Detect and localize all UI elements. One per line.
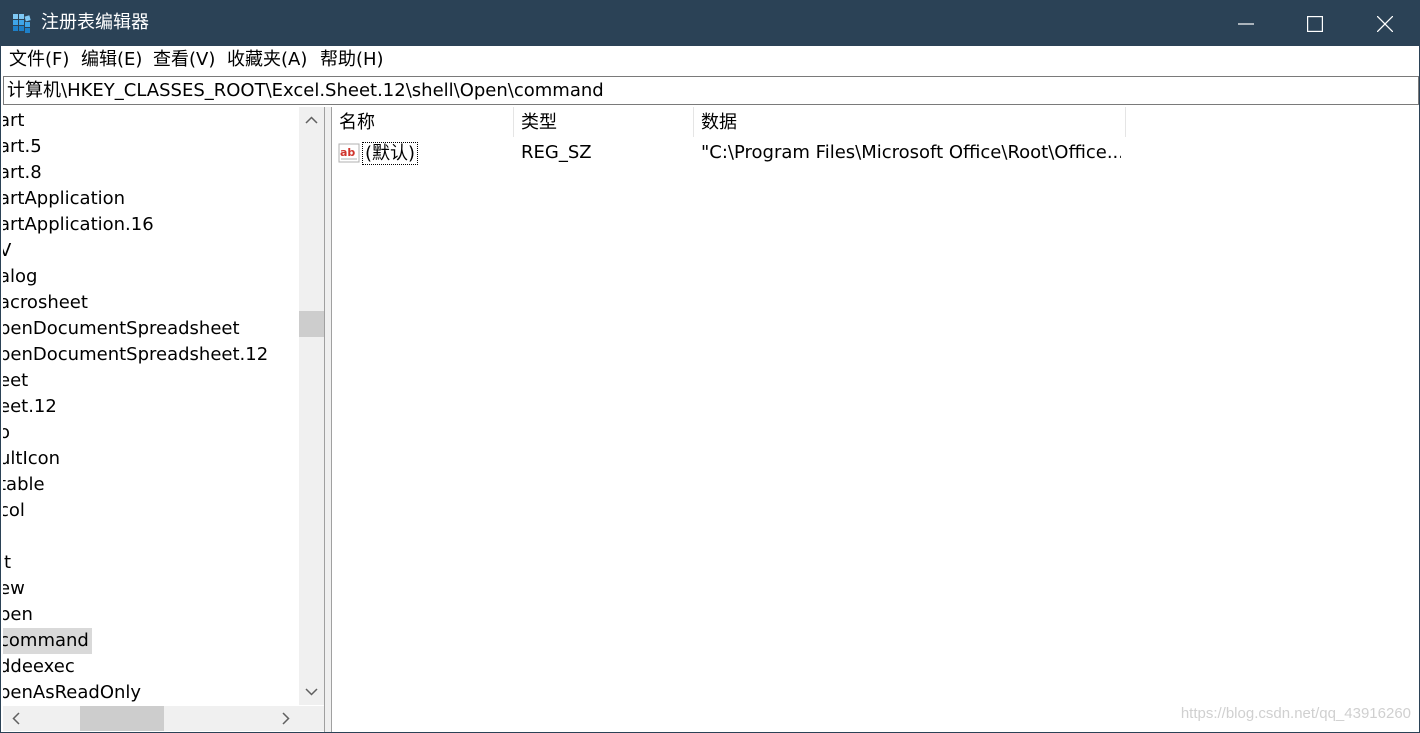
tree-vertical-scrollbar[interactable] — [299, 107, 324, 705]
scroll-right-button[interactable] — [272, 706, 299, 731]
tree-item[interactable]: ew — [3, 576, 28, 602]
scroll-down-button[interactable] — [299, 678, 324, 705]
menu-view[interactable]: 查看(V) — [153, 49, 215, 71]
tree-horizontal-scrollbar[interactable] — [3, 706, 299, 731]
values-list: 名称 类型 数据 ab (默认) REG_SZ "C:\Program File… — [331, 107, 1419, 732]
maximize-button[interactable] — [1280, 1, 1350, 46]
scroll-corner — [299, 706, 324, 731]
tree-item[interactable]: it — [3, 550, 14, 576]
address-bar[interactable]: 计算机\HKEY_CLASSES_ROOT\Excel.Sheet.12\she… — [3, 76, 1419, 105]
tree-item[interactable]: alog — [3, 264, 40, 290]
value-data: "C:\Program Files\Microsoft Office\Root\… — [701, 142, 1121, 163]
scroll-up-button[interactable] — [299, 107, 324, 134]
tree-item[interactable]: o — [3, 420, 13, 446]
tree-item[interactable]: penDocumentSpreadsheet — [3, 316, 243, 342]
key-tree: art art.5 art.8 artApplication artApplic… — [3, 107, 299, 705]
menu-edit[interactable]: 编辑(E) — [81, 49, 142, 71]
chevron-down-icon — [305, 688, 318, 696]
column-header-type[interactable]: 类型 — [514, 107, 694, 137]
chevron-up-icon — [305, 116, 318, 124]
tree-item[interactable]: artApplication.16 — [3, 212, 157, 238]
menu-bar: 文件(F) 编辑(E) 查看(V) 收藏夹(A) 帮助(H) — [1, 46, 1419, 75]
value-type: REG_SZ — [521, 142, 592, 163]
tree-item[interactable]: eet — [3, 368, 31, 394]
scroll-left-button[interactable] — [3, 706, 30, 731]
tree-item[interactable]: art — [3, 108, 28, 134]
tree-item[interactable]: eet.12 — [3, 394, 60, 420]
registry-editor-window: 注册表编辑器 文件(F) 编辑(E) 查看(V) 收藏夹(A) 帮助(H) 计算… — [0, 0, 1420, 733]
menu-file[interactable]: 文件(F) — [9, 49, 69, 71]
title-bar[interactable]: 注册表编辑器 — [1, 1, 1419, 46]
chevron-right-icon — [282, 712, 290, 725]
chevron-left-icon — [12, 712, 20, 725]
maximize-icon — [1307, 16, 1323, 32]
address-path[interactable]: 计算机\HKEY_CLASSES_ROOT\Excel.Sheet.12\she… — [7, 80, 604, 102]
window-title: 注册表编辑器 — [41, 12, 149, 33]
tree-item[interactable]: acrosheet — [3, 290, 91, 316]
watermark: https://blog.csdn.net/qq_43916260 — [1180, 705, 1411, 722]
tree-item[interactable]: penDocumentSpreadsheet.12 — [3, 342, 271, 368]
tree-item[interactable]: ddeexec — [3, 654, 78, 680]
minimize-icon — [1238, 23, 1254, 25]
tree-item[interactable]: pen — [3, 602, 36, 628]
registry-editor-icon — [13, 14, 31, 33]
tree-item[interactable]: penAsReadOnly — [3, 680, 144, 705]
menu-favorites[interactable]: 收藏夹(A) — [227, 49, 307, 71]
column-header-name[interactable]: 名称 — [332, 107, 514, 137]
close-icon — [1377, 16, 1393, 32]
tree-item[interactable]: V — [3, 238, 14, 264]
vertical-scroll-thumb[interactable] — [299, 311, 324, 337]
horizontal-scroll-thumb[interactable] — [80, 706, 164, 731]
key-tree-panel: art art.5 art.8 artApplication artApplic… — [3, 107, 325, 732]
minimize-button[interactable] — [1211, 1, 1281, 46]
tree-item-selected[interactable]: command — [3, 628, 92, 654]
close-button[interactable] — [1350, 1, 1419, 46]
tree-item[interactable]: art.8 — [3, 160, 45, 186]
menu-help[interactable]: 帮助(H) — [320, 49, 384, 71]
tree-item[interactable]: col — [3, 498, 28, 524]
svg-text:ab: ab — [340, 146, 355, 159]
tree-item[interactable]: ultIcon — [3, 446, 63, 472]
tree-item[interactable]: artApplication — [3, 186, 128, 212]
value-row[interactable]: ab (默认) REG_SZ "C:\Program Files\Microso… — [332, 139, 1419, 167]
value-name[interactable]: (默认) — [362, 142, 419, 165]
tree-item[interactable]: table — [3, 472, 48, 498]
column-header-data[interactable]: 数据 — [694, 107, 1126, 137]
tree-item[interactable]: art.5 — [3, 134, 45, 160]
string-value-icon: ab — [338, 143, 360, 163]
